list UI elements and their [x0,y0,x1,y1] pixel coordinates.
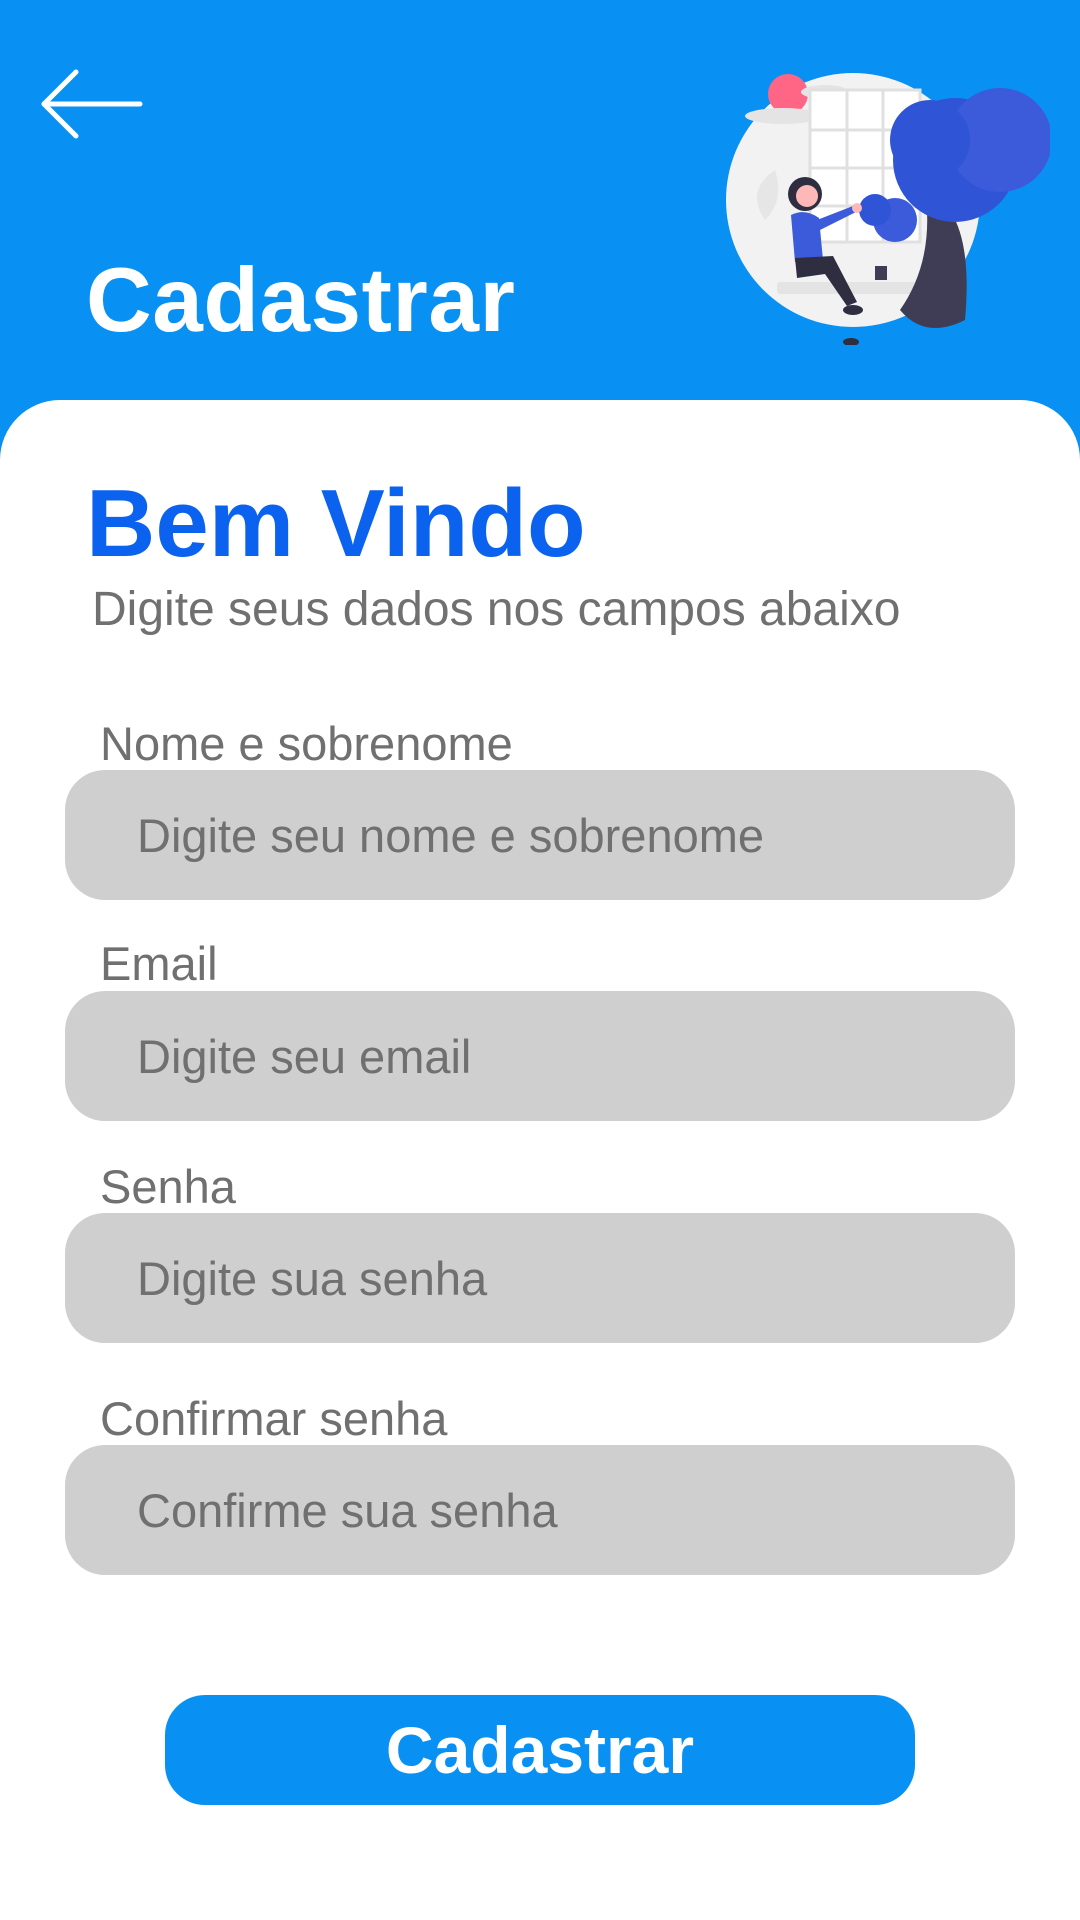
page-title: Cadastrar [86,250,516,351]
email-input[interactable] [65,991,1015,1121]
arrow-left-icon [41,69,143,139]
confirm-password-label: Confirmar senha [100,1392,448,1445]
email-label: Email [100,937,218,990]
header: Cadastrar [0,0,1080,460]
submit-button[interactable]: Cadastrar [165,1695,915,1805]
name-input[interactable] [65,770,1015,900]
name-label: Nome e sobrenome [100,717,513,770]
person-sitting-by-window-illustration [726,73,1050,345]
welcome-subtitle: Digite seus dados nos campos abaixo [92,583,901,636]
password-input[interactable] [65,1213,1015,1343]
welcome-title: Bem Vindo [86,470,586,577]
confirm-password-input[interactable] [65,1445,1015,1575]
back-button[interactable] [36,64,148,148]
password-label: Senha [100,1160,236,1213]
